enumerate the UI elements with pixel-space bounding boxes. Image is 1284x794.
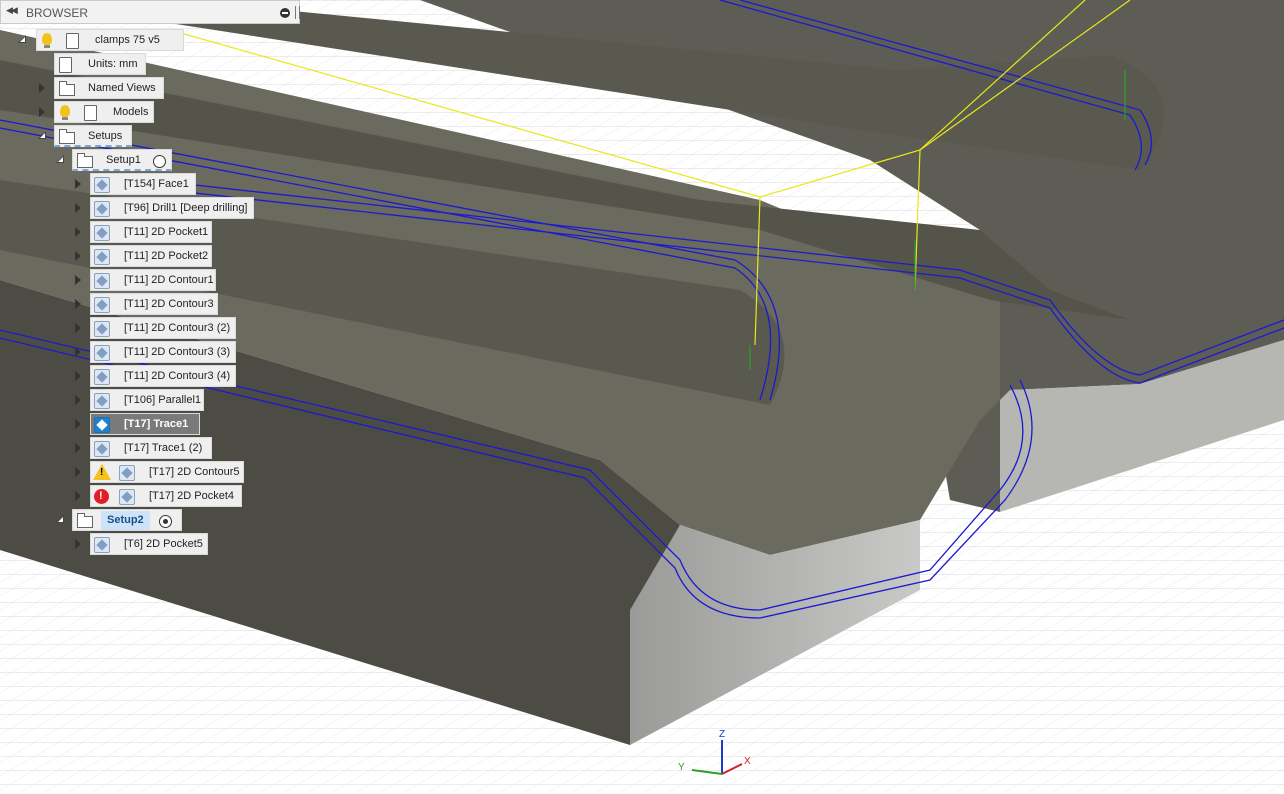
tree-node-setup2[interactable]: Setup2	[54, 509, 184, 531]
expand-arrow-icon[interactable]	[75, 395, 81, 405]
browser-title: BROWSER	[26, 6, 89, 20]
expand-arrow-icon[interactable]	[75, 347, 81, 357]
operation-label: [T6] 2D Pocket5	[124, 538, 203, 550]
folder-open-icon	[59, 129, 75, 144]
expand-arrow-icon[interactable]	[75, 467, 81, 477]
expand-arrow-icon[interactable]	[56, 515, 64, 523]
pin-icon[interactable]	[295, 6, 300, 19]
y-axis-line	[691, 769, 723, 775]
expand-arrow-icon[interactable]	[75, 419, 81, 429]
named-views-label: Named Views	[88, 82, 156, 94]
visibility-bulb-icon[interactable]	[60, 105, 70, 120]
pocket-operation-icon	[94, 537, 110, 553]
operation-label: [T17] Trace1 (2)	[124, 442, 203, 454]
x-axis-label: X	[744, 756, 751, 767]
contour-operation-icon	[119, 465, 135, 481]
setup-icon	[77, 513, 93, 528]
operation-label: [T17] 2D Pocket4	[149, 490, 234, 502]
tree-node-root[interactable]: clamps 75 v5	[16, 29, 184, 51]
contour-operation-icon	[94, 321, 110, 337]
operation-label: [T11] 2D Contour3 (4)	[124, 370, 231, 382]
setups-label: Setups	[88, 130, 123, 142]
contour-operation-icon	[94, 369, 110, 385]
expand-arrow-icon[interactable]	[38, 131, 46, 139]
expand-arrow-icon[interactable]	[39, 83, 45, 93]
expand-arrow-icon[interactable]	[75, 539, 81, 549]
error-icon	[94, 489, 109, 504]
operation-label: [T106] Parallel1	[124, 394, 202, 406]
pocket-operation-icon	[94, 225, 110, 241]
expand-arrow-icon[interactable]	[75, 227, 81, 237]
contour-operation-icon	[94, 273, 110, 289]
operation-label: [T17] Trace1	[124, 418, 189, 430]
trace-operation-icon	[94, 441, 110, 457]
tree-node-named-views[interactable]: Named Views	[36, 77, 166, 99]
models-label: Models	[113, 106, 149, 118]
root-label: clamps 75 v5	[95, 34, 160, 46]
pocket-operation-icon	[94, 249, 110, 265]
folder-icon	[59, 81, 75, 96]
expand-arrow-icon[interactable]	[75, 203, 81, 213]
operation-label: [T96] Drill1 [Deep drilling]	[124, 202, 248, 214]
pocket-operation-icon	[119, 489, 135, 505]
y-axis-label: Y	[678, 762, 685, 773]
active-setup-radio[interactable]	[159, 515, 172, 528]
operation-label: [T11] 2D Contour3 (2)	[124, 322, 231, 334]
browser-panel: ◀◀ BROWSER clamps 75 v5 Units: mm Named …	[0, 0, 300, 560]
units-label: Units: mm	[88, 58, 138, 70]
parallel-operation-icon	[94, 393, 110, 409]
warning-icon	[93, 464, 111, 480]
setup-icon	[77, 153, 93, 168]
operation-label: [T17] 2D Contour5	[149, 466, 240, 478]
expand-arrow-icon[interactable]	[75, 251, 81, 261]
contour-operation-icon	[94, 297, 110, 313]
browser-header: ◀◀ BROWSER	[0, 0, 300, 24]
component-icon	[84, 105, 97, 121]
expand-arrow-icon[interactable]	[75, 299, 81, 309]
operation-label: [T154] Face1	[124, 178, 189, 190]
expand-arrow-icon[interactable]	[75, 443, 81, 453]
contour-operation-icon	[94, 345, 110, 361]
setup2-label: Setup2	[101, 511, 150, 530]
component-icon	[66, 33, 79, 49]
collapse-panel-icon[interactable]: ◀◀	[6, 5, 18, 16]
tree-node-setup1[interactable]: Setup1	[54, 149, 174, 171]
activate-setup-radio[interactable]	[153, 155, 166, 168]
document-settings-icon	[59, 57, 72, 73]
expand-arrow-icon[interactable]	[75, 491, 81, 501]
setup1-label: Setup1	[106, 154, 141, 166]
visibility-bulb-icon[interactable]	[42, 33, 52, 48]
operation-label: [T11] 2D Contour1	[124, 274, 214, 286]
expand-arrow-icon[interactable]	[56, 155, 64, 163]
operation-label: [T11] 2D Contour3 (3)	[124, 346, 231, 358]
axis-triad[interactable]: Z X Y	[670, 726, 760, 786]
tree-node-models[interactable]: Models	[36, 101, 156, 123]
minimize-icon[interactable]	[280, 8, 290, 18]
expand-arrow-icon[interactable]	[75, 275, 81, 285]
tree-node-units[interactable]: Units: mm	[54, 53, 150, 75]
operation-label: [T11] 2D Pocket1	[124, 226, 209, 238]
tree-node-setups[interactable]: Setups	[36, 125, 136, 147]
operation-label: [T11] 2D Contour3	[124, 298, 214, 310]
operation-label: [T11] 2D Pocket2	[124, 250, 209, 262]
drill-operation-icon	[94, 201, 110, 217]
expand-arrow-icon[interactable]	[75, 179, 81, 189]
trace-operation-icon	[94, 417, 110, 433]
expand-arrow-icon[interactable]	[75, 323, 81, 333]
expand-arrow-icon[interactable]	[75, 371, 81, 381]
expand-arrow-icon[interactable]	[18, 35, 26, 43]
expand-arrow-icon[interactable]	[39, 107, 45, 117]
face-operation-icon	[94, 177, 110, 193]
x-axis-line	[721, 763, 743, 775]
z-axis-label: Z	[719, 729, 725, 740]
